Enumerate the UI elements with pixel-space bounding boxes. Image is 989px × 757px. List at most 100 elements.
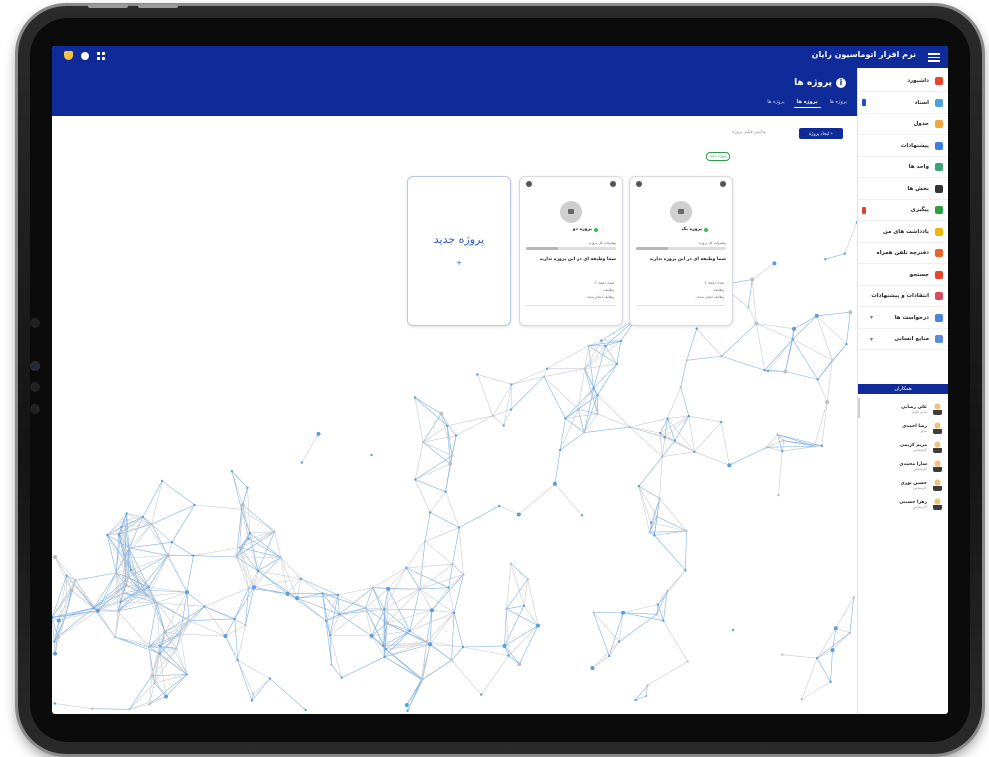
stat-members: تعداد اعضا: ۳ bbox=[704, 281, 725, 285]
project-name: پروژه یک bbox=[681, 227, 702, 232]
menu-dots-icon[interactable] bbox=[526, 181, 532, 187]
colleague-name: مریم کریمی bbox=[899, 442, 927, 448]
sidebar: همکاران داشبورد اسناد جدول پیشنهادات واحد ها… bbox=[857, 68, 948, 714]
stat-done: وظایف انجام شده: ۰ bbox=[583, 295, 614, 299]
side-sensor-2 bbox=[30, 382, 40, 392]
breadcrumb-tabs: پروژه ها پروژه ها پروژه ها bbox=[764, 97, 850, 108]
new-project-badge[interactable]: پروژه جدید bbox=[706, 152, 731, 161]
hamburger-menu-icon[interactable] bbox=[928, 51, 940, 64]
project-card[interactable]: پروژه دو پیشرفت کل پروژه شما وظیفه ای در… bbox=[519, 176, 623, 326]
sidebar-item[interactable]: بخش ها bbox=[858, 179, 948, 200]
colleague-name: رضا احمدی bbox=[902, 423, 927, 429]
colleague-role: کارشناس bbox=[913, 447, 927, 452]
card-divider bbox=[636, 305, 726, 306]
sidebar-item-label: داشبورد bbox=[907, 78, 929, 84]
sidebar-item[interactable]: واحد ها bbox=[858, 157, 948, 178]
sidebar-item[interactable]: دفترچه تلفن همراه bbox=[858, 243, 948, 264]
trophy-icon[interactable] bbox=[64, 51, 73, 60]
project-image-icon bbox=[670, 201, 692, 223]
colleague-row[interactable]: علی رضایی مدیر عامل bbox=[858, 400, 948, 418]
colleague-role: مدیر bbox=[920, 428, 927, 433]
project-card[interactable]: پروژه یک پیشرفت کل پروژه شما وظیفه ای در… bbox=[629, 176, 733, 326]
notes-icon bbox=[935, 227, 943, 236]
request-icon bbox=[935, 313, 943, 322]
colleague-text: سارا محمدی کارشناس bbox=[899, 462, 927, 471]
chevron-down-icon[interactable]: ▾ bbox=[870, 336, 873, 343]
phonebook-icon bbox=[935, 249, 943, 257]
sidebar-item[interactable]: اسناد bbox=[858, 93, 948, 114]
info-icon[interactable]: i bbox=[836, 78, 846, 88]
colleague-row[interactable]: مریم کریمی کارشناس bbox=[858, 438, 948, 456]
avatar bbox=[933, 479, 942, 491]
sidebar-item-label: پیشنهادات bbox=[900, 142, 929, 149]
project-role-text: شما وظیفه ای در این پروژه ندارید bbox=[539, 257, 616, 262]
tab-2[interactable]: پروژه ها bbox=[793, 97, 821, 108]
sidebar-item[interactable]: یادداشت های من bbox=[858, 222, 948, 243]
colleague-text: حسین نوری کارشناس bbox=[900, 481, 927, 490]
menu-dots-icon[interactable] bbox=[636, 181, 642, 187]
plus-icon: + bbox=[456, 259, 462, 267]
status-dot bbox=[594, 228, 598, 232]
check-icon bbox=[935, 206, 943, 214]
stat-tasks: وظایف: ۰ bbox=[709, 288, 724, 292]
colleagues-section-title: همکاران bbox=[858, 384, 948, 394]
project-role-text: شما وظیفه ای در این پروژه ندارید bbox=[649, 257, 726, 262]
progress-bar bbox=[526, 247, 616, 250]
feedback-icon bbox=[935, 292, 943, 300]
side-sensor-1 bbox=[30, 318, 40, 328]
colleague-role: کارشناس bbox=[913, 466, 927, 471]
tab-3[interactable]: پروژه ها bbox=[764, 97, 787, 108]
sidebar-item[interactable]: داشبورد bbox=[858, 71, 948, 92]
apps-grid-icon[interactable] bbox=[97, 51, 105, 60]
colleague-role: کارشناس bbox=[913, 485, 927, 490]
colleague-row[interactable]: حسین نوری کارشناس bbox=[858, 476, 948, 494]
avatar bbox=[933, 403, 942, 415]
diamond-icon bbox=[935, 141, 943, 150]
tab-1[interactable]: پروژه ها bbox=[827, 97, 850, 108]
colleague-row[interactable]: رضا احمدی مدیر bbox=[858, 419, 948, 437]
chevron-down-icon[interactable]: ▾ bbox=[870, 314, 873, 321]
document-icon bbox=[935, 98, 943, 107]
sidebar-item[interactable]: منابع انسانی ▾ bbox=[858, 329, 948, 350]
filter-toggle[interactable]: نمایش فیلتر پروژه bbox=[732, 130, 766, 135]
progress-label: پیشرفت کل پروژه bbox=[699, 241, 726, 245]
sidebar-item-label: واحد ها bbox=[908, 164, 929, 170]
colleague-row[interactable]: سارا محمدی کارشناس bbox=[858, 457, 948, 475]
colleague-row[interactable]: زهرا حسینی کارشناس bbox=[858, 495, 948, 513]
sidebar-item-label: یادداشت های من bbox=[883, 228, 929, 235]
colleague-text: زهرا حسینی کارشناس bbox=[899, 500, 927, 509]
home-icon bbox=[935, 77, 943, 85]
status-dot bbox=[704, 228, 708, 232]
avatar bbox=[933, 422, 942, 434]
top-app-bar: نرم افزار اتوماسیون رایان bbox=[52, 46, 948, 68]
stat-members: تعداد اعضا: ۳ bbox=[594, 281, 615, 285]
stat-tasks: وظایف: ۰ bbox=[599, 288, 614, 292]
settings-icon[interactable] bbox=[610, 181, 616, 187]
app-title: نرم افزار اتوماسیون رایان bbox=[811, 50, 916, 59]
sidebar-item[interactable]: درخواست ها ▾ bbox=[858, 308, 948, 329]
sidebar-item-label: درخواست ها bbox=[894, 314, 929, 321]
screen: نرم افزار اتوماسیون رایان i پروژه ها پرو… bbox=[52, 46, 948, 714]
sidebar-item[interactable]: پیگیری bbox=[858, 200, 948, 221]
sidebar-item[interactable]: جدول bbox=[858, 114, 948, 135]
sidebar-item[interactable]: پیشنهادات bbox=[858, 136, 948, 157]
new-project-card[interactable]: پروژه جدید + bbox=[407, 176, 511, 326]
topbar-left-icons bbox=[64, 51, 105, 60]
volume-down-button bbox=[138, 4, 178, 8]
settings-icon[interactable] bbox=[720, 181, 726, 187]
profile-icon[interactable] bbox=[81, 51, 89, 60]
page-title: پروژه ها bbox=[794, 78, 832, 88]
sidebar-item[interactable]: جستجو bbox=[858, 265, 948, 286]
create-project-button[interactable]: ایجاد پروژه + bbox=[799, 128, 843, 139]
project-name: پروژه دو bbox=[572, 227, 592, 232]
sidebar-item-label: بخش ها bbox=[907, 185, 929, 192]
sidebar-item[interactable]: انتقادات و پیشنهادات bbox=[858, 286, 948, 307]
project-image-icon bbox=[560, 201, 582, 223]
volume-up-button bbox=[88, 4, 128, 8]
table-icon bbox=[935, 120, 943, 128]
search-icon bbox=[935, 270, 943, 279]
notification-mark bbox=[862, 206, 866, 214]
org-chart-icon bbox=[935, 163, 943, 171]
camera-icon bbox=[31, 362, 39, 370]
avatar bbox=[933, 498, 942, 510]
